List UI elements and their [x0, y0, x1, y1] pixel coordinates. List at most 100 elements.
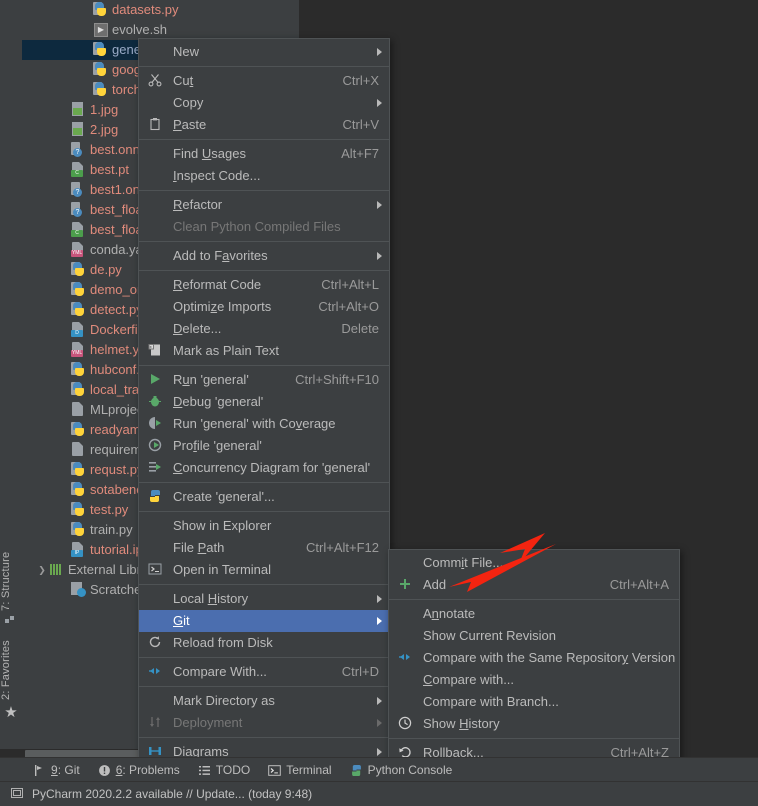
- python-console-icon: [350, 764, 363, 777]
- chevron-right-icon: [377, 697, 382, 705]
- status-tool-bar[interactable]: 9: Git 6: Problems TODO Terminal Python Cons…: [0, 757, 758, 782]
- menu-item-label: Mark as Plain Text: [173, 343, 279, 358]
- menu-item-annotate[interactable]: Annotate: [389, 603, 679, 625]
- tree-item-datasets-py[interactable]: datasets.py: [22, 0, 299, 20]
- python-file-icon: [70, 381, 86, 397]
- python-file-icon: [70, 481, 86, 497]
- menu-item-compare-with-branch[interactable]: Compare with Branch...: [389, 691, 679, 713]
- menu-item-debug-general[interactable]: Debug 'general': [139, 391, 389, 413]
- plaintext-icon: x: [147, 343, 163, 359]
- menu-separator: [139, 365, 389, 366]
- menu-item-label: Create 'general'...: [173, 489, 275, 504]
- status-tool-6-problems[interactable]: 6: Problems: [98, 763, 180, 777]
- menu-item-reformat-code[interactable]: Reformat Code Ctrl+Alt+L: [139, 274, 389, 296]
- menu-item-label: Show Current Revision: [423, 628, 556, 643]
- python-file-icon: [92, 1, 108, 17]
- menu-item-new[interactable]: New: [139, 41, 389, 63]
- menu-item-run-general-with-coverage[interactable]: Run 'general' with Coverage: [139, 413, 389, 435]
- chevron-right-icon: [377, 48, 382, 56]
- menu-item-create-general[interactable]: Create 'general'...: [139, 486, 389, 508]
- tree-item-label: evolve.sh: [112, 22, 167, 37]
- menu-item-reload-from-disk[interactable]: Reload from Disk: [139, 632, 389, 654]
- menu-separator: [139, 190, 389, 191]
- menu-icon-empty: [147, 248, 163, 264]
- menu-item-run-general[interactable]: Run 'general' Ctrl+Shift+F10: [139, 369, 389, 391]
- menu-item-label: Reload from Disk: [173, 635, 273, 650]
- chevron-right-icon: [377, 719, 382, 727]
- menu-item-inspect-code[interactable]: Inspect Code...: [139, 165, 389, 187]
- sidebar-item-structure-label: 7: Structure: [0, 551, 12, 611]
- menu-icon-empty: [147, 168, 163, 184]
- sidebar-item-favorites[interactable]: 2: Favorites: [0, 632, 22, 700]
- menu-icon-empty: [147, 518, 163, 534]
- menu-item-compare-with-the-same-repository-version[interactable]: Compare with the Same Repository Version: [389, 647, 679, 669]
- menu-item-label: Deployment: [173, 715, 243, 730]
- menu-item-file-path[interactable]: File Path Ctrl+Alt+F12: [139, 537, 389, 559]
- status-tool-python-console[interactable]: Python Console: [350, 763, 452, 777]
- menu-item-show-current-revision[interactable]: Show Current Revision: [389, 625, 679, 647]
- menu-item-show-history[interactable]: Show History: [389, 713, 679, 735]
- menu-item-local-history[interactable]: Local History: [139, 588, 389, 610]
- menu-item-label: Copy: [173, 95, 204, 110]
- menu-item-mark-directory-as[interactable]: Mark Directory as: [139, 690, 389, 712]
- menu-item-add[interactable]: Add Ctrl+Alt+A: [389, 574, 679, 596]
- menu-separator: [139, 511, 389, 512]
- menu-item-git[interactable]: Git: [139, 610, 389, 632]
- menu-separator: [389, 599, 679, 600]
- tree-item-evolve-sh[interactable]: ▶ evolve.sh: [22, 20, 299, 40]
- file-context-menu[interactable]: New Cut Ctrl+X Copy Paste Ctrl+V Find Usages Al…: [138, 38, 390, 788]
- yaml-file-icon: YML: [70, 241, 86, 257]
- terminal-icon: [268, 764, 282, 777]
- menu-item-show-in-explorer[interactable]: Show in Explorer: [139, 515, 389, 537]
- status-bar[interactable]: PyCharm 2020.2.2 available // Update... …: [0, 781, 758, 806]
- menu-item-delete[interactable]: Delete... Delete: [139, 318, 389, 340]
- menu-item-paste[interactable]: Paste Ctrl+V: [139, 114, 389, 136]
- menu-item-mark-as-plain-text[interactable]: x Mark as Plain Text: [139, 340, 389, 362]
- menu-icon-empty: [147, 146, 163, 162]
- tree-item-label: datasets.py: [112, 2, 179, 17]
- menu-item-find-usages[interactable]: Find Usages Alt+F7: [139, 143, 389, 165]
- chevron-right-icon: [377, 201, 382, 209]
- menu-item-compare-with[interactable]: Compare With... Ctrl+D: [139, 661, 389, 683]
- menu-item-label: Local History: [173, 591, 249, 606]
- menu-item-add-to-favorites[interactable]: Add to Favorites: [139, 245, 389, 267]
- menu-item-label: Debug 'general': [173, 394, 264, 409]
- tree-item-label: 2.jpg: [90, 122, 119, 137]
- menu-item-label: Compare with...: [423, 672, 515, 687]
- notification-icon[interactable]: [10, 786, 24, 803]
- menu-icon-empty: [147, 591, 163, 607]
- text-file-icon: [70, 401, 86, 417]
- menu-item-compare-with[interactable]: Compare with...: [389, 669, 679, 691]
- menu-item-concurrency-diagram-for-general[interactable]: Concurrency Diagram for 'general': [139, 457, 389, 479]
- menu-separator: [139, 482, 389, 483]
- status-tool-9-git[interactable]: 9: Git: [33, 763, 80, 777]
- svg-text:x: x: [150, 344, 152, 349]
- compare-icon: [147, 664, 163, 680]
- tree-twisty-icon[interactable]: ❯: [36, 560, 48, 580]
- menu-item-commit-file[interactable]: Commit File...: [389, 552, 679, 574]
- menu-icon-empty: [397, 628, 413, 644]
- menu-separator: [389, 738, 679, 739]
- python-file-icon: [70, 421, 86, 437]
- sidebar-item-structure[interactable]: 7: Structure: [0, 545, 22, 611]
- notebook-file-icon: IP: [70, 541, 86, 557]
- python-icon: [147, 489, 163, 505]
- menu-item-label: Show History: [423, 716, 500, 731]
- menu-item-label: Cut: [173, 73, 194, 88]
- menu-item-label: Show in Explorer: [173, 518, 272, 533]
- menu-item-optimize-imports[interactable]: Optimize Imports Ctrl+Alt+O: [139, 296, 389, 318]
- menu-item-profile-general[interactable]: Profile 'general': [139, 435, 389, 457]
- menu-item-copy[interactable]: Copy: [139, 92, 389, 114]
- menu-item-label: Compare With...: [173, 664, 267, 679]
- menu-item-refactor[interactable]: Refactor: [139, 194, 389, 216]
- menu-item-open-in-terminal[interactable]: Open in Terminal: [139, 559, 389, 581]
- menu-separator: [139, 241, 389, 242]
- sidebar-item-favorites-label: 2: Favorites: [0, 640, 12, 700]
- menu-icon-empty: [147, 219, 163, 235]
- unknown-file-icon: ?: [70, 181, 86, 197]
- menu-item-cut[interactable]: Cut Ctrl+X: [139, 70, 389, 92]
- chevron-right-icon: [377, 252, 382, 260]
- status-tool-todo[interactable]: TODO: [198, 763, 250, 777]
- status-tool-terminal[interactable]: Terminal: [268, 763, 332, 777]
- coverage-icon: [147, 416, 163, 432]
